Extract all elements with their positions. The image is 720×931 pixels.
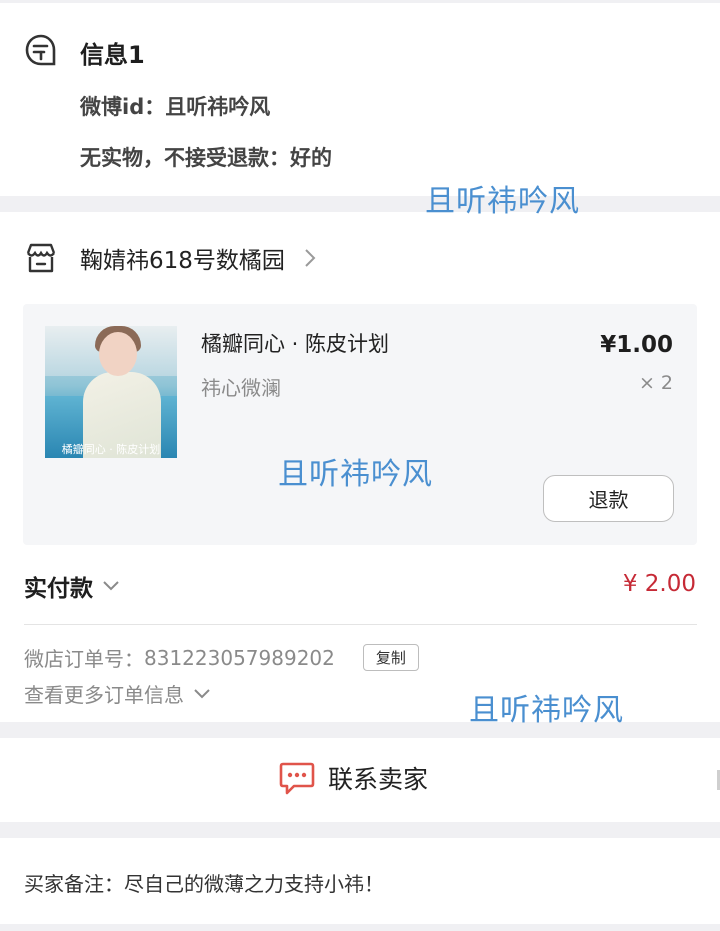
product-quantity: × 2: [638, 372, 673, 394]
chevron-down-icon: [194, 688, 210, 698]
message-form-icon: [25, 34, 56, 66]
buyer-note: 买家备注：尽自己的微薄之力支持小祎！: [24, 872, 384, 896]
product-price: ¥1.00: [600, 332, 673, 358]
watermark: 且听祎吟风: [425, 184, 580, 219]
chevron-right-icon: [305, 249, 316, 267]
divider: [24, 624, 697, 625]
watermark: 且听祎吟风: [278, 457, 433, 492]
more-order-info[interactable]: 查看更多订单信息: [24, 679, 212, 708]
product-item[interactable]: 橘瓣同心 · 陈皮计划 橘瓣同心 · 陈皮计划 祎心微澜 ¥1.00 × 2 退…: [23, 304, 697, 545]
chevron-down-icon: [103, 581, 119, 591]
note-card: 买家备注：尽自己的微薄之力支持小祎！: [0, 838, 720, 924]
shop-link[interactable]: 鞠婧祎618号数橘园: [24, 240, 317, 276]
product-variant: 祎心微澜: [201, 376, 281, 400]
contact-seller-button[interactable]: 联系卖家: [278, 760, 428, 796]
copy-button[interactable]: 复制: [362, 644, 419, 671]
order-number-label: 微店订单号：: [24, 647, 144, 671]
product-image-caption: 橘瓣同心 · 陈皮计划: [61, 443, 161, 456]
chat-bubble-icon: [279, 762, 315, 795]
contact-card: 联系卖家: [0, 738, 720, 822]
watermark: 且听祎吟风: [469, 693, 624, 728]
info-card: 信息1 微博id：且听祎吟风 无实物，不接受退款：好的: [0, 3, 720, 196]
info-weibo-id: 微博id：且听祎吟风: [80, 95, 271, 119]
payment-toggle[interactable]: 实付款: [24, 569, 121, 603]
contact-seller-label: 联系卖家: [328, 765, 429, 794]
payment-amount: ¥ 2.00: [622, 571, 696, 597]
payment-label: 实付款: [24, 576, 93, 602]
product-title: 橘瓣同心 · 陈皮计划: [201, 332, 390, 356]
refund-button[interactable]: 退款: [543, 475, 674, 522]
info-title: 信息1: [80, 41, 145, 69]
product-image: 橘瓣同心 · 陈皮计划: [45, 326, 177, 458]
order-number-row: 微店订单号： 831223057989202 复制: [24, 643, 419, 672]
store-icon: [26, 243, 56, 273]
info-no-refund: 无实物，不接受退款：好的: [80, 146, 332, 170]
more-order-info-label: 查看更多订单信息: [24, 683, 184, 707]
order-number: 831223057989202: [144, 645, 335, 670]
shop-name: 鞠婧祎618号数橘园: [80, 248, 285, 274]
